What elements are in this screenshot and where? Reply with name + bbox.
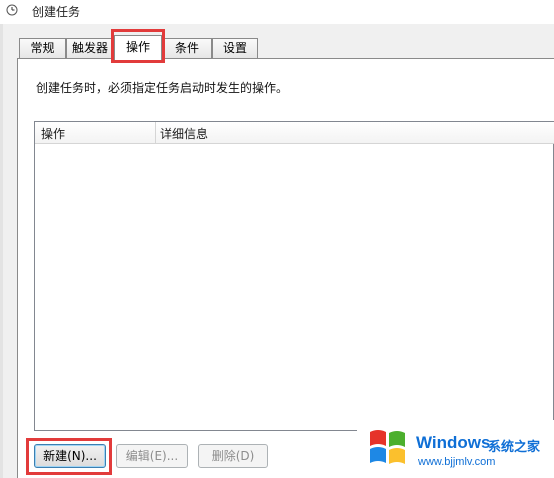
- watermark-brand: Windows: [416, 433, 491, 452]
- actions-list[interactable]: [34, 121, 554, 431]
- tab-settings[interactable]: 设置: [212, 38, 258, 58]
- column-header-details[interactable]: 详细信息: [160, 125, 208, 142]
- title-bar: 创建任务: [0, 0, 554, 24]
- window-title: 创建任务: [32, 5, 81, 19]
- instruction-text: 创建任务时，必须指定任务启动时发生的操作。: [36, 81, 289, 95]
- watermark-url: www.bjjmlv.com: [418, 456, 496, 468]
- column-separator[interactable]: [155, 122, 156, 144]
- delete-button[interactable]: 删除(D): [198, 444, 268, 468]
- task-clock-icon: [6, 4, 18, 16]
- windows-logo-icon: [370, 430, 405, 464]
- edit-button[interactable]: 编辑(E)...: [116, 444, 188, 468]
- watermark-site-name: 系统之家: [488, 440, 541, 455]
- window-left-edge: [0, 24, 3, 478]
- tab-triggers[interactable]: 触发器: [66, 38, 114, 58]
- column-header-action[interactable]: 操作: [41, 125, 65, 142]
- new-button-highlight: [26, 438, 112, 475]
- actions-tab-highlight: [111, 29, 165, 63]
- list-header: [35, 122, 554, 144]
- tab-general[interactable]: 常规: [19, 38, 66, 58]
- tab-conditions[interactable]: 条件: [162, 38, 212, 58]
